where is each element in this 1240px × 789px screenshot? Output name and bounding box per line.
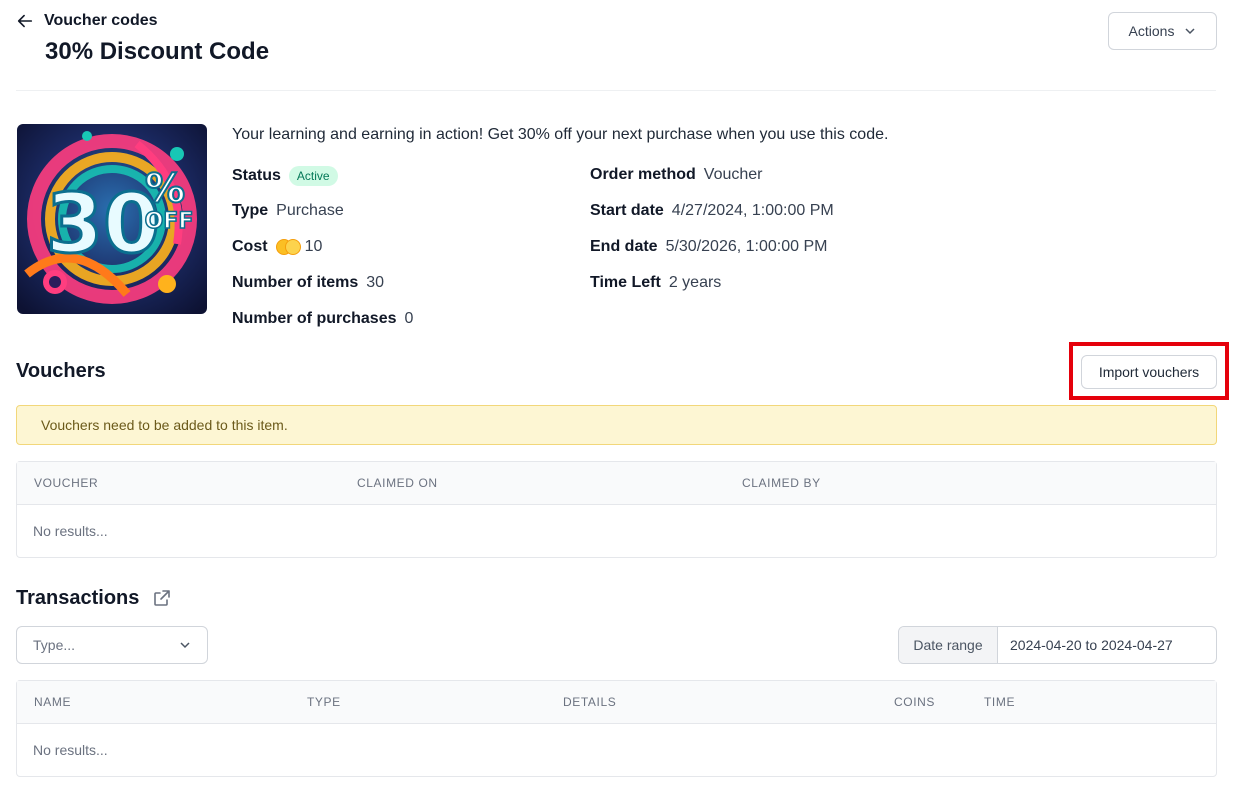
- actions-label: Actions: [1128, 23, 1175, 39]
- type-label: Type: [232, 202, 269, 219]
- start-date-label: Start date: [590, 202, 664, 219]
- actions-dropdown-button[interactable]: Actions: [1108, 12, 1217, 50]
- voucher-description: Your learning and earning in action! Get…: [232, 126, 889, 143]
- highlight-box: [1069, 342, 1229, 400]
- purchases-label: Number of purchases: [232, 310, 397, 327]
- purchases-field: Number of purchases 0: [232, 310, 413, 328]
- type-field: Type Purchase: [232, 202, 344, 220]
- column-header-voucher[interactable]: VOUCHER: [34, 462, 98, 505]
- vouchers-table: VOUCHER CLAIMED ON CLAIMED BY No results…: [16, 461, 1217, 558]
- column-header-coins[interactable]: COINS: [894, 681, 935, 724]
- order-method-value: Voucher: [703, 166, 763, 183]
- voucher-image: 30 % OFF: [17, 124, 207, 314]
- start-date-field: Start date 4/27/2024, 1:00:00 PM: [590, 202, 834, 220]
- cost-field: Cost 10: [232, 238, 322, 256]
- voucher-image-number: 30: [46, 177, 160, 272]
- order-method-label: Order method: [590, 166, 696, 183]
- end-date-value: 5/30/2026, 1:00:00 PM: [665, 238, 828, 255]
- vouchers-heading: Vouchers: [16, 360, 106, 382]
- end-date-label: End date: [590, 238, 658, 255]
- page-title: 30% Discount Code: [45, 38, 270, 65]
- start-date-value: 4/27/2024, 1:00:00 PM: [671, 202, 834, 219]
- date-range-input[interactable]: 2024-04-20 to 2024-04-27: [998, 627, 1216, 663]
- type-filter-placeholder: Type...: [33, 637, 76, 653]
- items-field: Number of items 30: [232, 274, 384, 292]
- transactions-table: NAME TYPE DETAILS COINS TIME No results.…: [16, 680, 1217, 777]
- type-filter-select[interactable]: Type...: [16, 626, 208, 664]
- items-label: Number of items: [232, 274, 359, 291]
- transactions-empty-row: No results...: [33, 742, 108, 758]
- date-range-picker[interactable]: Date range 2024-04-20 to 2024-04-27: [898, 626, 1217, 664]
- column-header-claimed-by[interactable]: CLAIMED BY: [742, 462, 821, 505]
- time-left-value: 2 years: [668, 274, 722, 291]
- date-range-label: Date range: [899, 627, 998, 663]
- status-label: Status: [232, 167, 281, 184]
- time-left-label: Time Left: [590, 274, 661, 291]
- status-field: Status Active: [232, 166, 338, 186]
- header-divider: [16, 90, 1216, 91]
- coin-icon: [275, 239, 301, 255]
- external-link-icon[interactable]: [152, 588, 172, 608]
- type-value: Purchase: [276, 202, 344, 219]
- column-header-details[interactable]: DETAILS: [563, 681, 616, 724]
- end-date-field: End date 5/30/2026, 1:00:00 PM: [590, 238, 827, 256]
- items-value: 30: [366, 274, 385, 291]
- cost-value: 10: [304, 238, 323, 255]
- time-left-field: Time Left 2 years: [590, 274, 721, 292]
- vouchers-empty-row: No results...: [33, 523, 108, 539]
- transactions-table-header: NAME TYPE DETAILS COINS TIME: [17, 681, 1216, 724]
- purchases-value: 0: [404, 310, 414, 327]
- chevron-down-icon: [1185, 28, 1195, 35]
- column-header-claimed-on[interactable]: CLAIMED ON: [357, 462, 438, 505]
- voucher-image-percent: %: [145, 166, 185, 212]
- vouchers-notice: Vouchers need to be added to this item.: [16, 405, 1217, 445]
- chevron-down-icon: [180, 642, 190, 649]
- status-badge: Active: [288, 166, 338, 186]
- transactions-heading: Transactions: [16, 587, 140, 609]
- order-method-field: Order method Voucher: [590, 166, 763, 184]
- vouchers-table-header: VOUCHER CLAIMED ON CLAIMED BY: [17, 462, 1216, 505]
- column-header-type[interactable]: TYPE: [307, 681, 341, 724]
- cost-label: Cost: [232, 238, 268, 255]
- column-header-name[interactable]: NAME: [34, 681, 71, 724]
- column-header-time[interactable]: TIME: [984, 681, 1015, 724]
- arrow-left-icon: [17, 14, 33, 28]
- voucher-image-off: OFF: [145, 209, 194, 234]
- back-link[interactable]: Voucher codes: [16, 12, 158, 30]
- back-link-label: Voucher codes: [44, 12, 158, 29]
